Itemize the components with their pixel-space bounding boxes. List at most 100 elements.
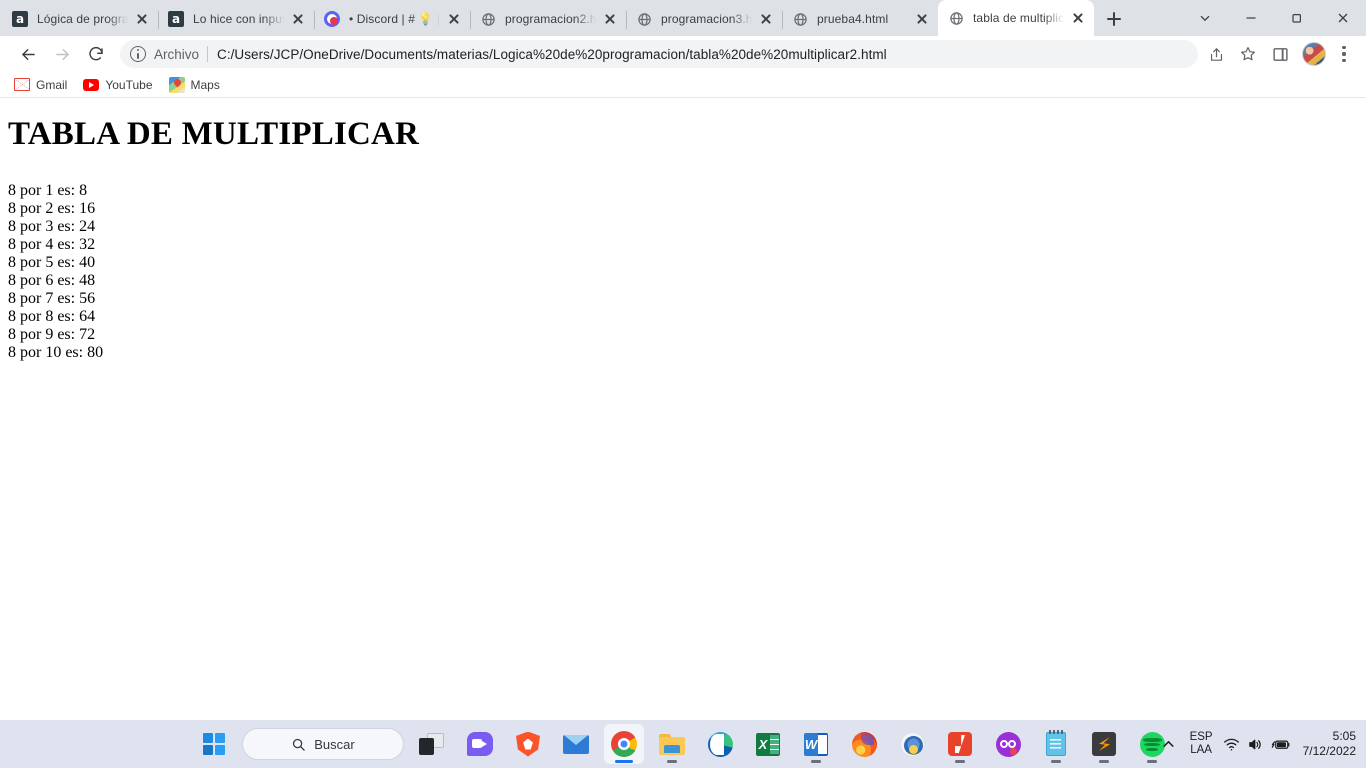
tray-status-icons[interactable] [1223,728,1291,760]
table-line: 8 por 4 es: 32 [8,235,96,253]
red-app-button[interactable] [940,724,980,764]
clock[interactable]: 5:05 7/12/2022 [1301,727,1356,761]
table-line: 8 por 5 es: 40 [8,253,96,271]
browser-tab-1[interactable]: a Lógica de progra [2,2,158,36]
edge-icon [707,731,733,757]
globe-icon [480,11,496,27]
language-indicator[interactable]: ESP LAA [1190,728,1213,760]
globe-icon [948,10,964,26]
close-icon[interactable] [1320,0,1366,36]
table-line: 8 por 2 es: 16 [8,199,96,217]
address-bar[interactable]: Archivo C:/Users/JCP/OneDrive/Documents/… [120,40,1198,68]
windows-taskbar: Buscar X W ESP LAA 5:05 7/12/2022 [0,720,1366,768]
excel-button[interactable]: X [748,724,788,764]
notepad-button[interactable] [1036,724,1076,764]
taskbar-search[interactable]: Buscar [242,728,404,760]
chat-button[interactable] [460,724,500,764]
notepad-icon [1046,730,1066,756]
browser-tab-6[interactable]: prueba4.html [782,2,938,36]
brave-icon [516,731,540,757]
star-icon[interactable] [1234,40,1262,68]
tab-close-icon[interactable] [290,11,306,27]
bookmark-gmail[interactable]: Gmail [10,74,75,96]
chrome-icon [611,731,637,757]
chevron-down-icon[interactable] [1182,0,1228,36]
tab-close-icon[interactable] [446,11,462,27]
page-viewport: TABLA DE MULTIPLICAR 8 por 1 es: 8 8 por… [0,98,1366,768]
circle-app-button[interactable] [892,724,932,764]
table-line: 8 por 10 es: 80 [8,343,104,361]
avatar[interactable] [1302,42,1326,66]
table-line: 8 por 3 es: 24 [8,217,96,235]
bookmark-label: YouTube [105,77,153,92]
sublime-text-icon [1092,732,1116,756]
side-panel-icon[interactable] [1266,40,1294,68]
bookmark-label: Gmail [36,77,68,92]
tab-close-icon[interactable] [758,11,774,27]
three-dots-icon[interactable] [1330,40,1358,68]
reload-icon[interactable] [82,40,110,68]
chrome-button[interactable] [604,724,644,764]
browser-tab-3[interactable]: • Discord | # 💡 |e [314,2,470,36]
chat-icon [467,732,493,756]
word-button[interactable]: W [796,724,836,764]
bookmark-youtube[interactable]: YouTube [79,74,160,96]
new-tab-button[interactable] [1100,5,1128,33]
folder-icon [659,733,685,755]
table-line: 8 por 6 es: 48 [8,271,96,289]
browser-tab-2[interactable]: a Lo hice con input [158,2,314,36]
tab-title: Lógica de progra [37,12,129,26]
address-scheme-label: Archivo [154,46,200,62]
tab-list: a Lógica de progra a Lo hice con input •… [2,0,1128,36]
word-icon: W [804,732,828,756]
tab-close-icon[interactable] [134,11,150,27]
circle-app-icon [899,731,925,757]
minimize-icon[interactable] [1228,0,1274,36]
share-icon[interactable] [1202,40,1230,68]
brave-button[interactable] [508,724,548,764]
tab-title: • Discord | # 💡 |e [349,12,442,26]
tab-title: Lo hice con input [193,12,286,26]
maximize-icon[interactable] [1274,0,1320,36]
table-line: 8 por 8 es: 64 [8,307,96,325]
excel-icon: X [756,732,780,756]
moodle-a-icon: a [12,11,28,27]
file-explorer-button[interactable] [652,724,692,764]
browser-tab-4[interactable]: programacion2.h [470,2,626,36]
table-line: 8 por 9 es: 72 [8,325,96,343]
tab-title: programacion3.h [661,12,753,26]
bookmark-label: Maps [190,77,220,92]
task-view-icon [419,733,445,755]
tab-close-icon[interactable] [602,11,618,27]
firefox-button[interactable] [844,724,884,764]
wifi-icon[interactable] [1223,737,1240,752]
tab-title: programacion2.h [505,12,597,26]
tab-divider [314,11,315,29]
volume-icon[interactable] [1247,737,1264,752]
back-arrow-icon[interactable] [14,40,42,68]
tab-close-icon[interactable] [1070,10,1086,26]
browser-tab-7-active[interactable]: tabla de multiplic [938,0,1094,36]
tab-close-icon[interactable] [914,11,930,27]
red-app-icon [948,732,972,756]
window-controls [1182,0,1366,36]
moodle-a-icon: a [168,11,184,27]
mail-button[interactable] [556,724,596,764]
bookmark-maps[interactable]: Maps [165,74,228,96]
sublime-text-button[interactable] [1084,724,1124,764]
maps-icon [168,76,185,93]
forward-arrow-icon [48,40,76,68]
purple-app-button[interactable] [988,724,1028,764]
chevron-up-icon[interactable] [1158,729,1180,759]
info-icon[interactable] [130,46,146,62]
battery-charging-icon[interactable] [1271,737,1291,752]
page-title: TABLA DE MULTIPLICAR [8,116,420,152]
edge-button[interactable] [700,724,740,764]
task-view-button[interactable] [412,724,452,764]
tab-title: prueba4.html [817,12,889,26]
globe-icon [636,11,652,27]
windows-start-icon [203,733,225,755]
browser-tab-5[interactable]: programacion3.h [626,2,782,36]
system-tray: ESP LAA 5:05 7/12/2022 [1158,720,1366,768]
start-button[interactable] [194,724,234,764]
